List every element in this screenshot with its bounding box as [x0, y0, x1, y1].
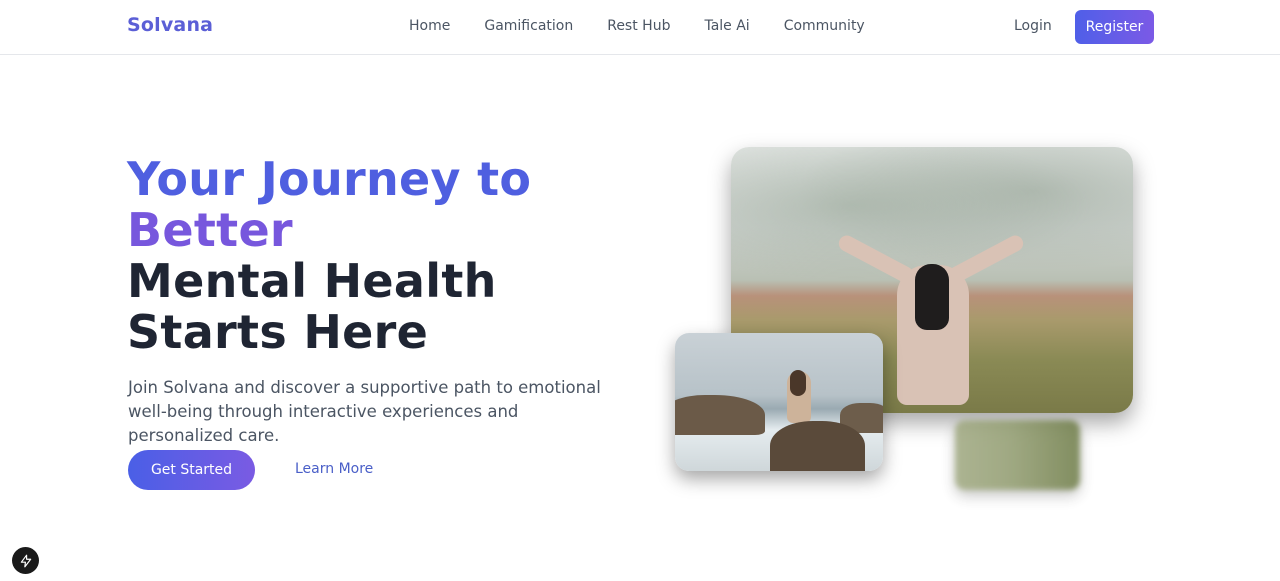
nav-rest-hub[interactable]: Rest Hub: [607, 18, 670, 34]
nav-home[interactable]: Home: [409, 18, 450, 34]
bolt-badge[interactable]: [12, 547, 39, 574]
login-link[interactable]: Login: [1014, 18, 1052, 34]
hero-title-line-3: Mental Health: [127, 254, 497, 308]
hero-image-blurred: [955, 420, 1080, 490]
hero-title-line-1: Your Journey to: [127, 152, 532, 206]
get-started-button[interactable]: Get Started: [128, 450, 255, 490]
hero-image-woman-rocks: [675, 333, 883, 471]
brand-logo[interactable]: Solvana: [127, 14, 213, 36]
rock: [675, 395, 765, 435]
hero-title-line-2: Better: [127, 203, 293, 257]
nav-community[interactable]: Community: [784, 18, 865, 34]
hero-subtitle: Join Solvana and discover a supportive p…: [128, 378, 601, 445]
main-nav: Home Gamification Rest Hub Tale Ai Commu…: [409, 18, 899, 34]
register-button[interactable]: Register: [1075, 10, 1154, 44]
person-hair: [915, 264, 949, 330]
hero-title-line-4: Starts Here: [127, 305, 429, 359]
navbar: Solvana Home Gamification Rest Hub Tale …: [0, 0, 1280, 55]
hero-title: Your Journey to Better Mental Health Sta…: [127, 154, 531, 358]
rock: [770, 421, 865, 471]
nav-gamification[interactable]: Gamification: [484, 18, 573, 34]
nav-tale-ai[interactable]: Tale Ai: [704, 18, 749, 34]
learn-more-link[interactable]: Learn More: [295, 461, 373, 477]
bolt-icon: [20, 554, 31, 567]
person-hair: [790, 370, 806, 396]
